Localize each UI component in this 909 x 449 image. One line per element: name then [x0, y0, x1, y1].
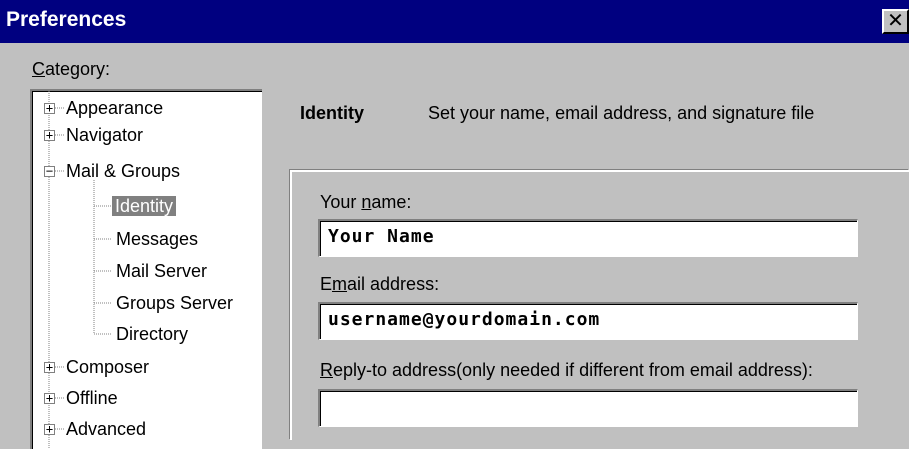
close-button[interactable]: ✕	[882, 9, 909, 34]
title-bar: Preferences ✕	[0, 0, 909, 43]
close-icon: ✕	[887, 10, 904, 32]
reply-to-label: Reply-to address(only needed if differen…	[320, 360, 813, 380]
expand-advanced-icon[interactable]: +	[44, 423, 55, 435]
email-address-input[interactable]: username@yourdomain.com	[318, 302, 858, 340]
your-name-input[interactable]: Your Name	[318, 219, 858, 257]
tree-item-advanced[interactable]: Advanced	[66, 418, 146, 440]
email-address-label: Email address:	[320, 274, 440, 294]
panel-description: Set your name, email address, and signat…	[428, 103, 815, 123]
expand-appearance-icon[interactable]: +	[44, 102, 55, 114]
category-label: Category:	[32, 59, 111, 79]
tree-item-directory[interactable]: Directory	[116, 323, 188, 345]
tree-item-navigator[interactable]: Navigator	[66, 124, 143, 146]
tree-item-groups-server[interactable]: Groups Server	[116, 292, 233, 314]
expand-composer-icon[interactable]: +	[44, 361, 55, 373]
window-title: Preferences	[6, 8, 127, 31]
collapse-mail-groups-icon[interactable]: −	[44, 165, 55, 177]
tree-item-offline[interactable]: Offline	[66, 387, 118, 409]
tree-item-composer[interactable]: Composer	[66, 356, 149, 378]
tree-item-mail-groups[interactable]: Mail & Groups	[66, 160, 180, 182]
category-tree[interactable]: + Appearance + Navigator − Mail & Groups…	[30, 89, 262, 449]
reply-to-input[interactable]	[318, 389, 858, 427]
expand-offline-icon[interactable]: +	[44, 392, 55, 404]
expand-navigator-icon[interactable]: +	[44, 129, 55, 141]
tree-item-mail-server[interactable]: Mail Server	[116, 260, 207, 282]
tree-item-identity[interactable]: Identity	[112, 195, 177, 217]
tree-item-appearance[interactable]: Appearance	[66, 97, 163, 119]
tree-item-messages[interactable]: Messages	[116, 228, 198, 250]
panel-title: Identity	[300, 103, 365, 123]
your-name-label: Your name:	[320, 192, 412, 212]
